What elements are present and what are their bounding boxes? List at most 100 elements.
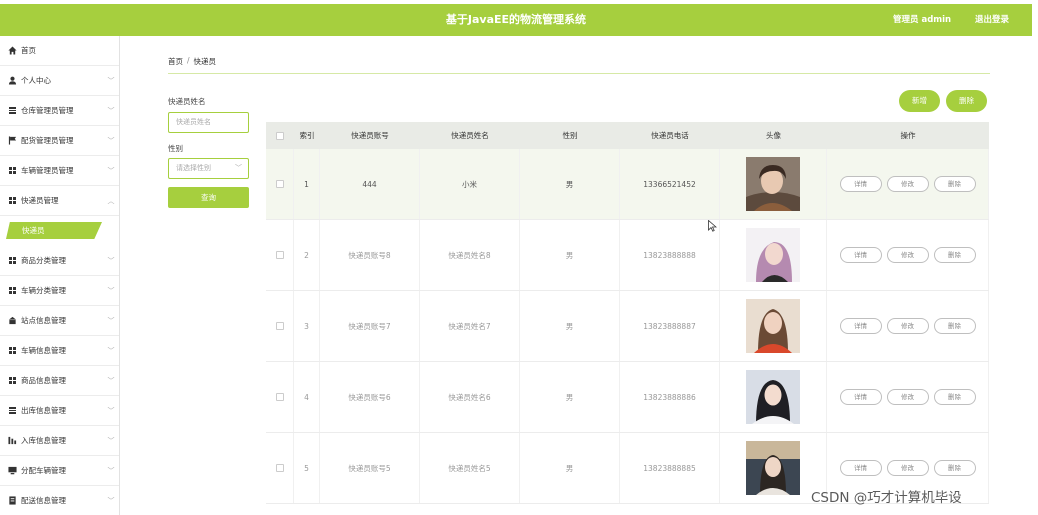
sidebar-item-label: 快递员管理	[21, 196, 59, 205]
sidebar-item-inbound-info[interactable]: 入库信息管理 ﹀	[0, 426, 119, 456]
sidebar-item-product-category[interactable]: 商品分类管理 ﹀	[0, 246, 119, 276]
document-icon	[6, 496, 18, 505]
chevron-down-icon: ﹀	[107, 106, 115, 115]
grid-icon	[6, 167, 18, 174]
cell-avatar	[720, 149, 827, 219]
sidebar-item-delivery-info[interactable]: 配送信息管理 ﹀	[0, 486, 119, 515]
sidebar-item-vehicle-assignment[interactable]: 分配车辆管理 ﹀	[0, 456, 119, 486]
sidebar-item-home[interactable]: 首页	[0, 36, 119, 66]
cell-phone: 13823888886	[620, 362, 720, 432]
cell-name: 快递员姓名7	[420, 291, 520, 361]
chevron-down-icon: ﹀	[107, 436, 115, 445]
chevron-down-icon: ﹀	[107, 406, 115, 415]
cell-gender: 男	[520, 291, 620, 361]
row-checkbox-cell[interactable]	[266, 362, 294, 432]
edit-button[interactable]: 修改	[886, 247, 929, 263]
chevron-down-icon: ﹀	[107, 76, 115, 85]
sidebar-item-warehouse-admin[interactable]: 仓库管理员管理 ﹀	[0, 96, 119, 126]
row-checkbox-cell[interactable]	[266, 291, 294, 361]
row-checkbox[interactable]	[275, 180, 284, 188]
row-checkbox[interactable]	[275, 251, 284, 259]
batch-delete-button[interactable]: 删除	[946, 90, 987, 112]
edit-button[interactable]: 修改	[886, 318, 929, 334]
header-select-all[interactable]	[266, 122, 294, 149]
query-button[interactable]: 查询	[168, 187, 249, 208]
sidebar-item-personal-center[interactable]: 个人中心 ﹀	[0, 66, 119, 96]
header-name: 快递员姓名	[451, 131, 489, 140]
sidebar-item-courier-admin[interactable]: 快递员管理 ︿	[0, 186, 119, 216]
row-checkbox-cell[interactable]	[266, 220, 294, 290]
detail-button[interactable]: 详情	[839, 460, 882, 476]
detail-button[interactable]: 详情	[839, 318, 882, 334]
row-checkbox[interactable]	[275, 393, 284, 401]
detail-button[interactable]: 详情	[839, 176, 882, 192]
detail-button[interactable]: 详情	[839, 247, 882, 263]
breadcrumb-divider	[168, 73, 990, 74]
sidebar-item-vehicle-admin[interactable]: 车辆管理员管理 ﹀	[0, 156, 119, 186]
sidebar-item-label: 车辆分类管理	[21, 286, 66, 295]
cell-gender: 男	[520, 149, 620, 219]
row-checkbox[interactable]	[275, 464, 284, 472]
cell-avatar	[720, 291, 827, 361]
avatar-photo	[746, 441, 800, 495]
header-actions: 操作	[900, 131, 916, 140]
delete-button[interactable]: 删除	[933, 318, 976, 334]
row-checkbox[interactable]	[275, 322, 284, 330]
chevron-up-icon: ︿	[107, 196, 115, 205]
sidebar-item-label: 入库信息管理	[21, 436, 66, 445]
cell-gender: 男	[520, 362, 620, 432]
table-row[interactable]: 1 444 小米 男 13366521452 详情 修改 删除	[266, 149, 989, 220]
breadcrumb-home[interactable]: 首页	[168, 56, 183, 67]
cell-index: 4	[294, 362, 320, 432]
gender-select[interactable]: 请选择性别 ﹀	[168, 158, 249, 179]
edit-button[interactable]: 修改	[886, 176, 929, 192]
name-filter-input[interactable]: 快递员姓名	[168, 112, 249, 133]
delete-button[interactable]: 删除	[933, 389, 976, 405]
user-icon	[6, 76, 18, 85]
sidebar-item-label: 站点信息管理	[21, 316, 66, 325]
delete-button[interactable]: 删除	[933, 460, 976, 476]
sidebar-item-label: 商品分类管理	[21, 256, 66, 265]
select-all-checkbox[interactable]	[276, 131, 284, 140]
flag-icon	[6, 136, 18, 145]
building-icon	[6, 316, 18, 325]
edit-button[interactable]: 修改	[886, 389, 929, 405]
sidebar-item-label: 分配车辆管理	[21, 466, 66, 475]
sidebar-item-label: 车辆管理员管理	[21, 166, 74, 175]
chevron-down-icon: ﹀	[107, 466, 115, 475]
sidebar-item-product-info[interactable]: 商品信息管理 ﹀	[0, 366, 119, 396]
delete-button[interactable]: 删除	[933, 247, 976, 263]
sidebar-item-label: 出库信息管理	[21, 406, 66, 415]
add-button[interactable]: 新增	[899, 90, 940, 112]
table-row[interactable]: 3 快递员账号7 快递员姓名7 男 13823888887 详情 修改 删除	[266, 291, 989, 362]
list-icon	[6, 107, 18, 114]
table-header: 索引 快递员账号 快递员姓名 性别 快递员电话 头像 操作	[266, 122, 989, 149]
sidebar-item-label: 商品信息管理	[21, 376, 66, 385]
breadcrumb: 首页 / 快递员	[168, 56, 216, 67]
cell-gender: 男	[520, 433, 620, 503]
sidebar-item-site-info[interactable]: 站点信息管理 ﹀	[0, 306, 119, 336]
cell-account: 快递员账号8	[320, 220, 420, 290]
cell-phone: 13823888887	[620, 291, 720, 361]
header-phone: 快递员电话	[651, 131, 689, 140]
cell-name: 快递员姓名8	[420, 220, 520, 290]
edit-button[interactable]: 修改	[886, 460, 929, 476]
app-title: 基于JavaEE的物流管理系统	[445, 13, 587, 26]
chevron-down-icon: ﹀	[107, 316, 115, 325]
table-row[interactable]: 4 快递员账号6 快递员姓名6 男 13823888886 详情 修改 删除	[266, 362, 989, 433]
sidebar-item-outbound-info[interactable]: 出库信息管理 ﹀	[0, 396, 119, 426]
delete-button[interactable]: 删除	[933, 176, 976, 192]
grid-icon	[6, 257, 18, 264]
cell-phone: 13366521452	[620, 149, 720, 219]
sidebar-item-distribution-admin[interactable]: 配货管理员管理 ﹀	[0, 126, 119, 156]
sidebar-subitem-courier[interactable]: 快递员	[6, 222, 102, 239]
cell-index: 1	[294, 149, 320, 219]
table-row[interactable]: 2 快递员账号8 快递员姓名8 男 13823888888 详情 修改 删除	[266, 220, 989, 291]
row-checkbox-cell[interactable]	[266, 433, 294, 503]
gender-select-placeholder: 请选择性别	[176, 164, 211, 172]
sidebar-item-vehicle-category[interactable]: 车辆分类管理 ﹀	[0, 276, 119, 306]
detail-button[interactable]: 详情	[839, 389, 882, 405]
sidebar-item-vehicle-info[interactable]: 车辆信息管理 ﹀	[0, 336, 119, 366]
row-checkbox-cell[interactable]	[266, 149, 294, 219]
logout-link[interactable]: 退出登录	[975, 4, 1009, 36]
